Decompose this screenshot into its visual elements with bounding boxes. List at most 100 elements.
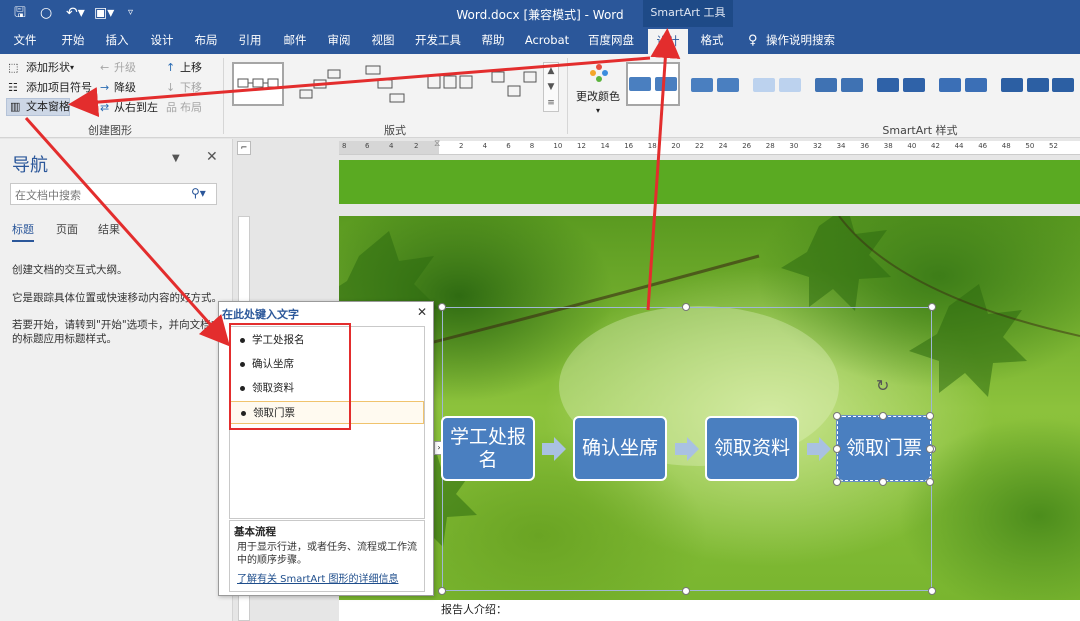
tab-stop-selector[interactable]: ⌐: [237, 141, 251, 155]
layouts-scroll[interactable]: ▲ ▼ ≡: [543, 62, 559, 112]
nav-search-placeholder: 在文档中搜索: [15, 189, 81, 202]
styles-group-label: SmartArt 样式: [882, 124, 958, 137]
shape-handle[interactable]: [833, 412, 841, 420]
tab-developer[interactable]: 开发工具: [410, 27, 466, 54]
style-cartoon[interactable]: [1048, 74, 1078, 96]
ruler-tick: 24: [718, 142, 728, 150]
layout-info: 基本流程 用于显示行进，或者任务、流程或工作流中的顺序步骤。 了解有关 Smar…: [229, 520, 425, 592]
quick-layout-icon[interactable]: ▣▾: [94, 5, 114, 21]
nav-tab-results[interactable]: 结果: [98, 221, 120, 237]
style-simple-fill[interactable]: [626, 62, 680, 106]
ruler-tick: 18: [647, 142, 657, 150]
add-shape-button[interactable]: 添加形状: [26, 61, 70, 75]
undo-icon[interactable]: ↶▾: [66, 5, 85, 21]
resize-handle[interactable]: [682, 303, 690, 311]
ruler-tick: 6: [506, 142, 511, 150]
tab-acrobat[interactable]: Acrobat: [520, 27, 574, 54]
style-intense[interactable]: [874, 74, 928, 96]
tab-review[interactable]: 审阅: [320, 27, 358, 54]
dropdown-arrow-icon[interactable]: ▾: [70, 61, 74, 75]
layout-step-process[interactable]: [296, 62, 348, 106]
shape-handle[interactable]: [833, 445, 841, 453]
tab-view[interactable]: 视图: [364, 27, 402, 54]
bullet-list-icon[interactable]: ☷: [8, 81, 18, 95]
text-pane-icon: ▥: [10, 100, 21, 113]
nav-options-dropdown[interactable]: ▼: [172, 153, 180, 164]
layout-description: 用于显示行进，或者任务、流程或工作流中的顺序步骤。: [237, 542, 417, 566]
demote-arrow-icon[interactable]: →: [100, 81, 109, 95]
close-icon[interactable]: ✕: [417, 305, 427, 319]
smartart-box-3[interactable]: 领取资料: [705, 416, 799, 481]
ruler-tick: 40: [907, 142, 917, 150]
shape-handle[interactable]: [879, 478, 887, 486]
color-palette-icon[interactable]: [588, 62, 610, 84]
tab-help[interactable]: 帮助: [474, 27, 512, 54]
tab-smartart-design[interactable]: 设计: [648, 29, 688, 54]
right-to-left-button[interactable]: 从右到左: [114, 101, 158, 115]
tab-mailings[interactable]: 邮件: [276, 27, 314, 54]
tab-file[interactable]: 文件: [6, 27, 44, 54]
process-arrow: [675, 437, 699, 461]
title-bar: 🖫 ○ ↶▾ ▣▾ ▿ Word.docx [兼容模式] - Word Smar…: [0, 0, 1080, 27]
resize-handle[interactable]: [438, 303, 446, 311]
close-icon[interactable]: ✕: [206, 149, 218, 165]
change-colors-button[interactable]: 更改颜色: [576, 90, 620, 104]
add-bullet-button[interactable]: 添加项目符号: [26, 81, 92, 95]
ruler-tick: 8: [529, 142, 535, 150]
smartart-box-2[interactable]: 确认坐席: [573, 416, 667, 481]
layout-vertical-process[interactable]: [360, 62, 412, 106]
ruler-tick: 30: [789, 142, 799, 150]
annotation-highlight-box: [229, 323, 351, 430]
ruler-tick: 4: [389, 142, 394, 150]
layout-alternating-flow[interactable]: [488, 62, 540, 106]
dropdown-arrow-icon[interactable]: ▾: [596, 104, 600, 118]
demote-button[interactable]: 降级: [114, 81, 136, 95]
style-inset[interactable]: [998, 74, 1052, 96]
indent-marker-icon[interactable]: ⧖: [434, 139, 440, 149]
ruler-tick: 16: [624, 142, 634, 150]
move-up-button[interactable]: 上移: [180, 61, 202, 75]
customize-toolbar-icon[interactable]: ▿: [128, 5, 133, 21]
shape-handle[interactable]: [879, 412, 887, 420]
style-polished[interactable]: [936, 74, 990, 96]
layout-basic-process[interactable]: [232, 62, 284, 106]
autosave-circle-icon[interactable]: ○: [40, 5, 52, 21]
shape-handle[interactable]: [926, 412, 934, 420]
nav-search-input[interactable]: 在文档中搜索 ⚲▾: [10, 183, 217, 205]
tab-baidu-netdisk[interactable]: 百度网盘: [582, 27, 640, 54]
shape-handle[interactable]: [833, 478, 841, 486]
add-shape-icon[interactable]: ⬚: [8, 61, 18, 75]
learn-more-link[interactable]: 了解有关 SmartArt 图形的详细信息: [234, 570, 420, 585]
move-up-arrow-icon[interactable]: ↑: [166, 61, 175, 75]
text-pane-button[interactable]: ▥ 文本窗格: [6, 98, 70, 116]
resize-handle[interactable]: [682, 587, 690, 595]
shape-handle[interactable]: [926, 478, 934, 486]
shape-handle[interactable]: [926, 445, 934, 453]
smartart-box-4-selected[interactable]: 领取门票: [836, 415, 932, 482]
ribbon: ⬚ 添加形状 ▾ ☷ 添加项目符号 ▥ 文本窗格 ← 升级 → 降级 ⇄ 从右到…: [0, 54, 1080, 138]
resize-handle[interactable]: [928, 303, 936, 311]
right-to-left-icon[interactable]: ⇄: [100, 101, 109, 115]
tab-insert[interactable]: 插入: [98, 27, 136, 54]
tab-smartart-format[interactable]: 格式: [692, 27, 732, 54]
resize-handle[interactable]: [928, 587, 936, 595]
ruler-tick: 38: [883, 142, 893, 150]
tab-home[interactable]: 开始: [54, 27, 92, 54]
rotate-icon[interactable]: ↻: [876, 376, 889, 395]
smartart-box-1[interactable]: 学工处报名: [441, 416, 535, 481]
tab-layout[interactable]: 布局: [187, 27, 225, 54]
nav-tab-pages[interactable]: 页面: [56, 221, 78, 237]
search-icon[interactable]: ⚲▾: [191, 186, 206, 200]
ruler-tick: 14: [600, 142, 610, 150]
style-moderate[interactable]: [812, 74, 866, 96]
tab-references[interactable]: 引用: [231, 27, 269, 54]
style-subtle[interactable]: [750, 74, 804, 96]
style-white-outline[interactable]: [688, 74, 742, 96]
tab-design[interactable]: 设计: [143, 27, 181, 54]
tell-me-search[interactable]: 操作说明搜索: [766, 27, 836, 54]
resize-handle[interactable]: [438, 587, 446, 595]
ruler-tick: 34: [836, 142, 846, 150]
save-icon[interactable]: 🖫: [14, 5, 26, 21]
layout-accent-process[interactable]: [424, 62, 476, 106]
nav-tab-headings[interactable]: 标题: [12, 221, 34, 242]
